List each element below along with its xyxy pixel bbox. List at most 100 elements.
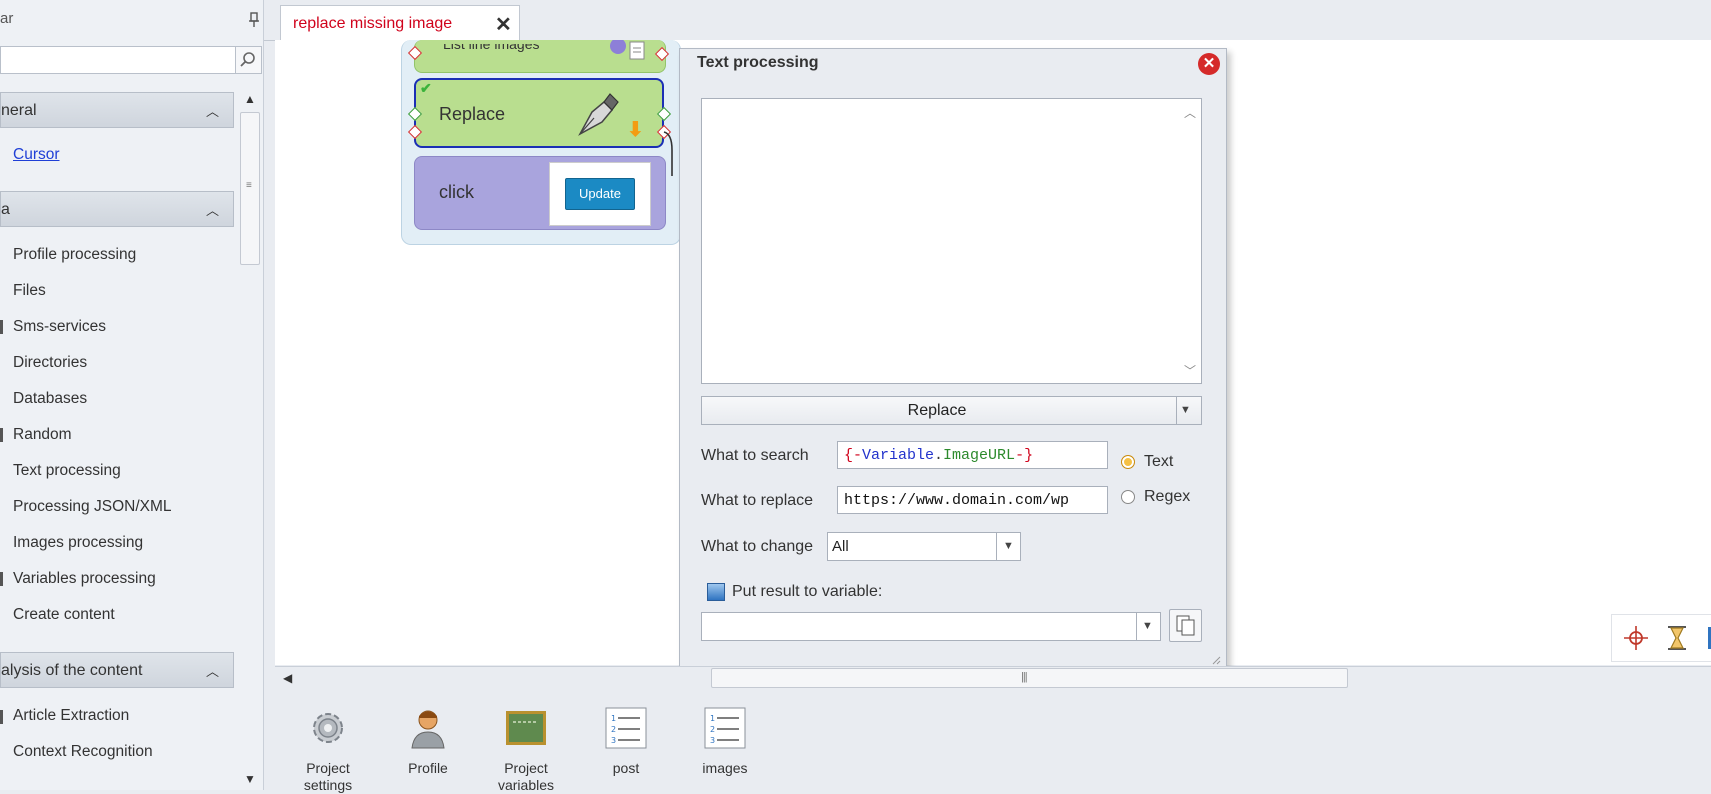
numbered-list-icon: 1 2 3 — [704, 707, 746, 749]
svg-text:2: 2 — [710, 725, 715, 734]
radio-regex-label[interactable]: Regex — [1144, 488, 1190, 506]
scroll-left-arrow-icon[interactable]: ◀ — [283, 671, 292, 685]
processing-mode-select[interactable]: Replace — [701, 396, 1202, 425]
radio-text[interactable] — [1121, 455, 1135, 469]
sidebar-item-sms-services[interactable]: Sms-services — [13, 318, 106, 336]
processing-mode-value: Replace — [907, 402, 967, 419]
result-variable-select[interactable] — [701, 612, 1161, 641]
sidebar-item-cursor[interactable]: Cursor — [13, 146, 60, 164]
variables-icon — [0, 572, 3, 586]
select-divider — [1136, 613, 1137, 640]
images-list-label: images — [702, 760, 748, 776]
toolbox-sidebar: ar neral ︿ Cursor a ︿ Profile processing… — [0, 0, 264, 790]
gear-list-icon — [610, 40, 645, 60]
search-field[interactable]: {-Variable.ImageURL-} — [837, 441, 1108, 469]
input-text-area[interactable] — [701, 98, 1202, 384]
profile-label: Profile — [408, 760, 448, 776]
radio-text-label[interactable]: Text — [1144, 453, 1173, 471]
update-button-preview: Update — [565, 178, 635, 210]
what-to-change-select[interactable]: All — [827, 532, 1021, 561]
chevron-up-icon[interactable]: ︿ — [1184, 104, 1196, 121]
pin-icon[interactable] — [247, 12, 261, 28]
sidebar-item-random[interactable]: Random — [13, 426, 72, 444]
post-list-button[interactable]: 1 2 3 post — [586, 706, 666, 777]
hourglass-icon[interactable] — [1665, 625, 1689, 651]
chevron-down-icon[interactable]: ▼ — [1180, 404, 1191, 416]
search-label: What to search — [701, 447, 809, 464]
chevron-up-icon: ︿ — [205, 104, 219, 119]
sidebar-item-article-extraction[interactable]: Article Extraction — [13, 707, 129, 725]
project-settings-label: Project settings — [303, 760, 353, 793]
sidebar-item-files[interactable]: Files — [13, 282, 46, 300]
resize-grip-icon[interactable] — [1211, 655, 1221, 665]
sidebar-item-context-recognition[interactable]: Context Recognition — [13, 743, 153, 761]
section-general-label: neral — [1, 102, 37, 119]
grip-icon: ≡ — [246, 180, 252, 191]
replace-field[interactable]: https://www.domain.com/wp — [837, 486, 1108, 514]
select-divider — [996, 533, 997, 560]
project-variables-label: Project variables — [497, 760, 555, 793]
what-to-change-value: All — [832, 538, 849, 555]
chevron-down-icon[interactable]: ﹀ — [1184, 362, 1196, 379]
post-list-label: post — [612, 760, 640, 776]
var-brace-close: -} — [1015, 447, 1034, 464]
svg-text:2: 2 — [611, 725, 616, 734]
svg-text:3: 3 — [710, 736, 715, 745]
section-analysis-content[interactable]: alysis of the content ︿ — [0, 652, 234, 688]
select-divider — [1176, 397, 1177, 424]
sidebar-item-databases[interactable]: Databases — [13, 390, 87, 408]
copy-icon — [1176, 615, 1195, 636]
chevron-down-icon[interactable]: ▼ — [1003, 540, 1014, 552]
article-icon — [0, 710, 3, 724]
search-icon — [240, 52, 255, 67]
gear-icon — [313, 713, 343, 743]
var-brace-open: {- — [844, 447, 863, 464]
sidebar-item-processing-json-xml[interactable]: Processing JSON/XML — [13, 498, 172, 516]
grip-icon: ||| — [1021, 671, 1028, 683]
close-icon[interactable]: ✕ — [495, 12, 512, 37]
project-variables-button[interactable]: Project variables — [486, 706, 566, 794]
sidebar-item-profile-processing[interactable]: Profile processing — [13, 246, 136, 264]
var-namespace: Variable — [862, 447, 935, 464]
sidebar-item-create-content[interactable]: Create content — [13, 606, 115, 624]
put-result-checkbox[interactable] — [707, 583, 725, 601]
tab-label: replace missing image — [293, 15, 453, 32]
random-icon — [0, 428, 3, 442]
chevron-down-icon[interactable]: ▼ — [1142, 620, 1153, 632]
images-list-button[interactable]: 1 2 3 images — [685, 706, 765, 777]
radio-regex[interactable] — [1121, 490, 1135, 504]
sidebar-item-directories[interactable]: Directories — [13, 354, 87, 372]
close-icon[interactable]: ✕ — [1198, 53, 1220, 75]
sidebar-search-button[interactable] — [236, 46, 262, 74]
replace-label: What to replace — [701, 492, 814, 509]
svg-text:3: 3 — [611, 736, 616, 745]
fountain-pen-icon — [578, 93, 619, 136]
blackboard-icon — [506, 711, 546, 745]
copy-button[interactable] — [1169, 609, 1202, 642]
chevron-up-icon: ︿ — [205, 203, 219, 218]
canvas-tools-panel — [1611, 614, 1711, 662]
scroll-down-arrow-icon[interactable]: ▼ — [244, 772, 256, 786]
move-crosshair-icon[interactable] — [1623, 625, 1649, 651]
block-click-label: click — [439, 182, 474, 202]
sidebar-item-text-processing[interactable]: Text processing — [13, 462, 121, 480]
horizontal-scrollbar-thumb[interactable] — [711, 668, 1348, 688]
scroll-up-arrow-icon[interactable]: ▲ — [244, 92, 256, 106]
svg-text:1: 1 — [611, 714, 616, 723]
profile-button[interactable]: Profile — [388, 706, 468, 777]
sidebar-item-variables-processing[interactable]: Variables processing — [13, 570, 156, 588]
project-settings-button[interactable]: Project settings — [288, 706, 368, 794]
tab-replace-missing-image[interactable]: replace missing image ✕ — [280, 5, 520, 41]
sidebar-search-input[interactable] — [0, 46, 236, 74]
check-icon: ✔ — [420, 80, 432, 96]
svg-text:1: 1 — [710, 714, 715, 723]
sidebar-title: ar — [0, 10, 14, 27]
chevron-up-icon: ︿ — [205, 664, 219, 679]
section-general[interactable]: neral ︿ — [0, 92, 234, 128]
block-replace-label: Replace — [439, 104, 506, 124]
sidebar-item-images-processing[interactable]: Images processing — [13, 534, 143, 552]
numbered-list-icon: 1 2 3 — [605, 707, 647, 749]
dialog-title: Text processing — [697, 54, 819, 71]
section-data[interactable]: a ︿ — [0, 191, 234, 227]
user-icon — [411, 710, 445, 749]
